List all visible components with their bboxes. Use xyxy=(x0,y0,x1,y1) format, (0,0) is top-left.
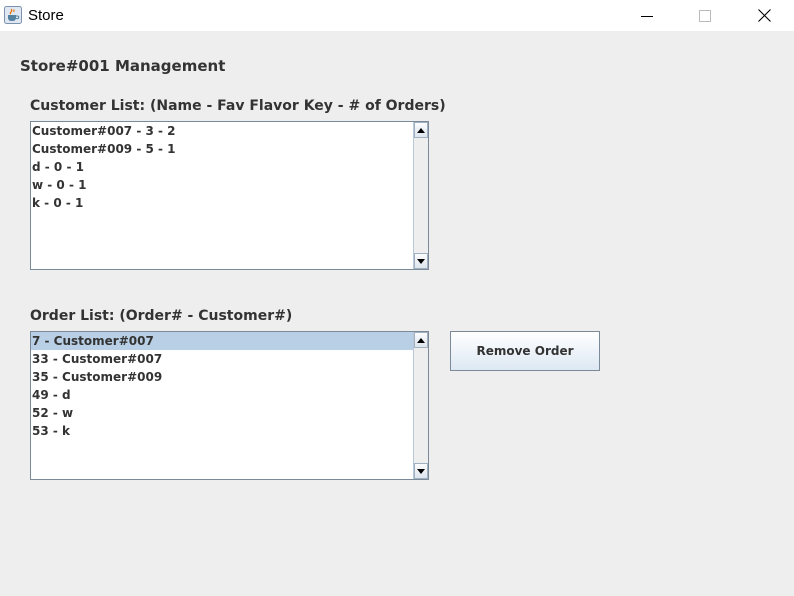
title-bar: Store xyxy=(0,0,794,31)
customer-list-item[interactable]: k - 0 - 1 xyxy=(31,194,414,212)
customer-list-item[interactable]: Customer#007 - 3 - 2 xyxy=(31,122,414,140)
order-list-label: Order List: (Order# - Customer#) xyxy=(30,308,293,324)
maximize-icon xyxy=(699,9,711,22)
close-icon xyxy=(757,9,771,22)
order-list[interactable]: 7 - Customer#007 33 - Customer#007 35 - … xyxy=(30,331,429,480)
order-list-item[interactable]: 33 - Customer#007 xyxy=(31,350,414,368)
order-list-item[interactable]: 53 - k xyxy=(31,422,414,440)
arrow-down-icon xyxy=(417,468,425,474)
scroll-down-button[interactable] xyxy=(414,253,428,269)
customer-list[interactable]: Customer#007 - 3 - 2 Customer#009 - 5 - … xyxy=(30,121,429,270)
minimize-button[interactable] xyxy=(618,0,676,31)
customer-list-item[interactable]: Customer#009 - 5 - 1 xyxy=(31,140,414,158)
order-list-item[interactable]: 52 - w xyxy=(31,404,414,422)
java-cup-icon[interactable] xyxy=(4,6,22,24)
scroll-up-button[interactable] xyxy=(414,332,428,348)
customer-list-scrollbar[interactable] xyxy=(413,122,428,269)
close-button[interactable] xyxy=(735,0,793,31)
order-list-item[interactable]: 49 - d xyxy=(31,386,414,404)
order-list-item[interactable]: 35 - Customer#009 xyxy=(31,368,414,386)
customer-list-item[interactable]: w - 0 - 1 xyxy=(31,176,414,194)
page-title: Store#001 Management xyxy=(20,57,226,75)
arrow-down-icon xyxy=(417,258,425,264)
order-list-item-selected[interactable]: 7 - Customer#007 xyxy=(31,332,414,350)
customer-list-label: Customer List: (Name - Fav Flavor Key - … xyxy=(30,98,446,114)
maximize-button[interactable] xyxy=(676,0,734,31)
window-title: Store xyxy=(28,7,64,24)
minimize-icon xyxy=(641,15,653,17)
customer-list-item[interactable]: d - 0 - 1 xyxy=(31,158,414,176)
arrow-up-icon xyxy=(417,127,425,133)
arrow-up-icon xyxy=(417,337,425,343)
scroll-down-button[interactable] xyxy=(414,463,428,479)
remove-order-button[interactable]: Remove Order xyxy=(450,331,600,371)
order-list-scrollbar[interactable] xyxy=(413,332,428,479)
scroll-up-button[interactable] xyxy=(414,122,428,138)
